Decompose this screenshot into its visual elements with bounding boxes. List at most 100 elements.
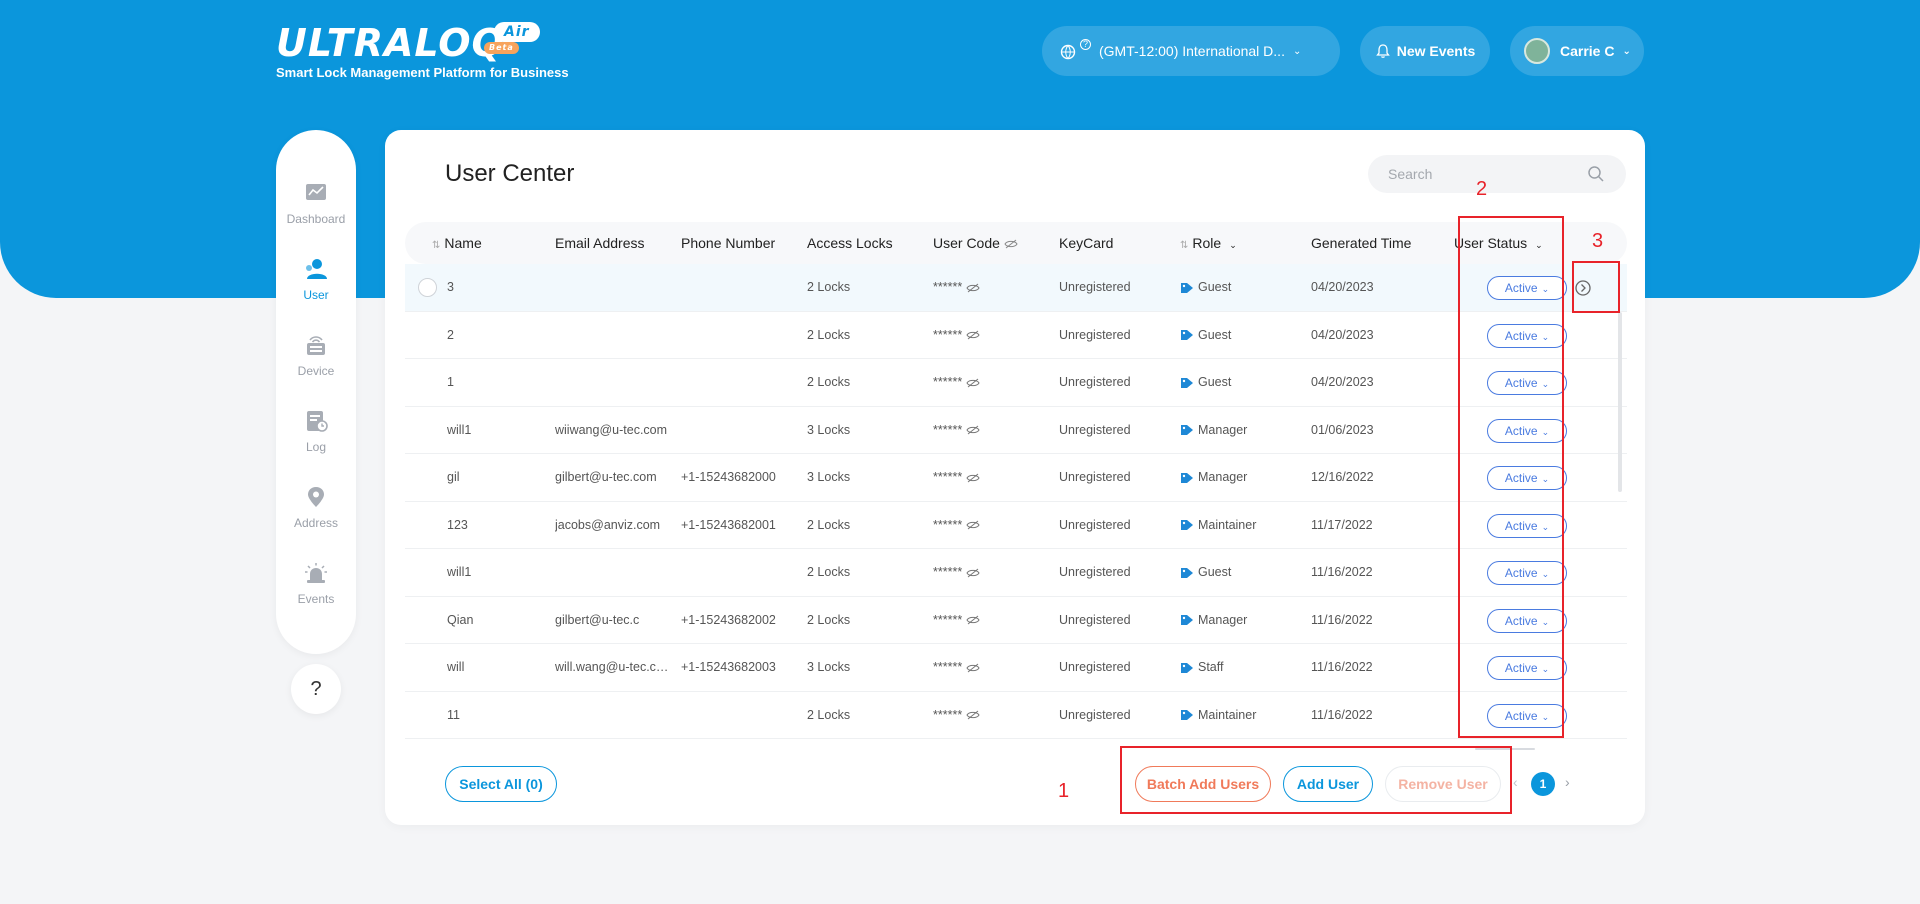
- cell-access-locks: 3 Locks: [807, 422, 851, 437]
- sidebar-item-dashboard[interactable]: Dashboard: [276, 182, 356, 226]
- new-events-label: New Events: [1396, 43, 1476, 59]
- cell-user-code: ******: [933, 264, 1051, 312]
- cell-phone: [681, 549, 799, 597]
- cell-keycard: Unregistered: [1059, 707, 1131, 722]
- cell-role: Maintainer: [1180, 502, 1300, 550]
- cell-role: Staff: [1180, 644, 1300, 692]
- eye-off-icon[interactable]: [966, 378, 980, 388]
- timezone-help-icon[interactable]: ?: [1080, 38, 1091, 50]
- cell-name: 1: [447, 375, 454, 389]
- cell-phone: [681, 312, 799, 360]
- table-row[interactable]: 3 2 Locks ****** Unregistered Guest 04/20/202…: [405, 264, 1627, 312]
- table-row[interactable]: gil gilbert@u-tec.com +1-15243682000 3 Lock…: [405, 454, 1627, 502]
- eye-off-icon[interactable]: [1004, 239, 1018, 249]
- pagination-prev[interactable]: ‹: [1513, 774, 1518, 790]
- annotation-label-2: 2: [1476, 178, 1488, 200]
- table-row[interactable]: will will.wang@u-tec.co... +1-15243682003 3…: [405, 644, 1627, 692]
- log-icon: [307, 411, 328, 432]
- eye-off-icon[interactable]: [966, 520, 980, 530]
- tag-icon: [1181, 615, 1193, 626]
- column-header-role[interactable]: ⇅ Role ⌄: [1180, 222, 1237, 264]
- sidebar-item-log[interactable]: Log: [276, 410, 356, 454]
- cell-phone: [681, 692, 799, 740]
- vertical-scrollbar[interactable]: [1618, 312, 1622, 492]
- help-button[interactable]: ?: [291, 664, 341, 714]
- sidebar-item-address[interactable]: Address: [276, 486, 356, 530]
- cell-phone: +1-15243682003: [681, 660, 776, 674]
- sidebar: Dashboard User Device Log Address Events: [276, 130, 356, 654]
- column-header-name[interactable]: ⇅ Name: [432, 222, 482, 264]
- pagination-page[interactable]: 1: [1531, 772, 1555, 796]
- eye-off-icon[interactable]: [966, 615, 980, 625]
- sidebar-item-events[interactable]: Events: [276, 562, 356, 606]
- pagination-next[interactable]: ›: [1565, 774, 1570, 790]
- cell-generated-time: 12/16/2022: [1311, 470, 1374, 484]
- tag-icon: [1181, 472, 1193, 483]
- eye-off-icon[interactable]: [966, 283, 980, 293]
- logo-text: ULTRALOQ: [276, 21, 505, 65]
- table-row[interactable]: 123 jacobs@anviz.com +1-15243682001 2 Locks…: [405, 502, 1627, 550]
- cell-email: will.wang@u-tec.co...: [555, 660, 673, 674]
- dashboard-icon: [306, 184, 326, 200]
- tag-icon: [1181, 377, 1193, 388]
- sidebar-item-device[interactable]: Device: [276, 334, 356, 378]
- annotation-box-3: [1572, 261, 1620, 313]
- cell-email: [555, 312, 673, 360]
- cell-email: [555, 359, 673, 407]
- column-header-access-locks: Access Locks: [807, 235, 893, 251]
- cell-email: wiiwang@u-tec.com: [555, 422, 668, 437]
- search-icon[interactable]: [1587, 165, 1605, 183]
- sort-icon: ⇅: [1180, 240, 1189, 251]
- column-header-phone: Phone Number: [681, 235, 776, 251]
- sidebar-item-user[interactable]: User: [276, 258, 356, 302]
- cell-phone: [681, 264, 799, 312]
- table-row[interactable]: 11 2 Locks ****** Unregistered Maintainer 11/…: [405, 692, 1627, 740]
- cell-email: [555, 692, 673, 740]
- table-row[interactable]: will1 wiiwang@u-tec.com 3 Locks ****** Unreg…: [405, 407, 1627, 455]
- cell-user-code: ******: [933, 359, 1051, 407]
- table-header: ⇅ Name Email Address Phone Number Access …: [405, 222, 1627, 264]
- cell-keycard: Unregistered: [1059, 517, 1131, 532]
- column-header-email: Email Address: [555, 235, 645, 251]
- table-row[interactable]: Qian gilbert@u-tec.c +1-15243682002 2 Locks…: [405, 597, 1627, 645]
- cell-user-code: ******: [933, 502, 1051, 550]
- cell-access-locks: 3 Locks: [807, 660, 851, 674]
- brand-tagline: Smart Lock Management Platform for Busin…: [276, 65, 569, 80]
- eye-off-icon[interactable]: [966, 473, 980, 483]
- table-row[interactable]: will1 2 Locks ****** Unregistered Guest 11/16…: [405, 549, 1627, 597]
- eye-off-icon[interactable]: [966, 330, 980, 340]
- cell-user-code: ******: [933, 407, 1051, 455]
- column-header-generated-time: Generated Time: [1311, 235, 1412, 251]
- cell-keycard: Unregistered: [1059, 375, 1131, 389]
- cell-role: Maintainer: [1180, 692, 1300, 740]
- cell-access-locks: 2 Locks: [807, 517, 851, 532]
- cell-email: gilbert@u-tec.c: [555, 612, 640, 627]
- cell-user-code: ******: [933, 597, 1051, 645]
- cell-phone: +1-15243682002: [681, 612, 776, 627]
- page-title: User Center: [445, 160, 575, 187]
- cell-access-locks: 2 Locks: [807, 375, 851, 389]
- row-select-radio[interactable]: [418, 278, 437, 297]
- timezone-selector[interactable]: ? (GMT-12:00) International D... ⌄: [1042, 26, 1340, 76]
- annotation-box-2: [1458, 216, 1564, 738]
- eye-off-icon[interactable]: [966, 425, 980, 435]
- annotation-box-1: [1120, 746, 1512, 814]
- user-menu[interactable]: Carrie C ⌄: [1510, 26, 1644, 76]
- cell-role: Guest: [1180, 264, 1300, 312]
- cell-phone: [681, 359, 799, 407]
- sidebar-item-label: Events: [297, 592, 335, 606]
- cell-keycard: Unregistered: [1059, 327, 1131, 342]
- select-all-button[interactable]: Select All (0): [445, 766, 557, 802]
- cell-generated-time: 04/20/2023: [1311, 375, 1374, 389]
- alarm-icon: [305, 563, 327, 583]
- eye-off-icon[interactable]: [966, 568, 980, 578]
- cell-email: [555, 549, 673, 597]
- eye-off-icon[interactable]: [966, 710, 980, 720]
- cell-user-code: ******: [933, 549, 1051, 597]
- eye-off-icon[interactable]: [966, 663, 980, 673]
- tag-icon: [1181, 520, 1193, 531]
- column-header-user-code[interactable]: User Code: [933, 222, 1018, 264]
- table-row[interactable]: 2 2 Locks ****** Unregistered Guest 04/20/202…: [405, 312, 1627, 360]
- table-row[interactable]: 1 2 Locks ****** Unregistered Guest 04/20/202…: [405, 359, 1627, 407]
- new-events-button[interactable]: New Events: [1360, 26, 1490, 76]
